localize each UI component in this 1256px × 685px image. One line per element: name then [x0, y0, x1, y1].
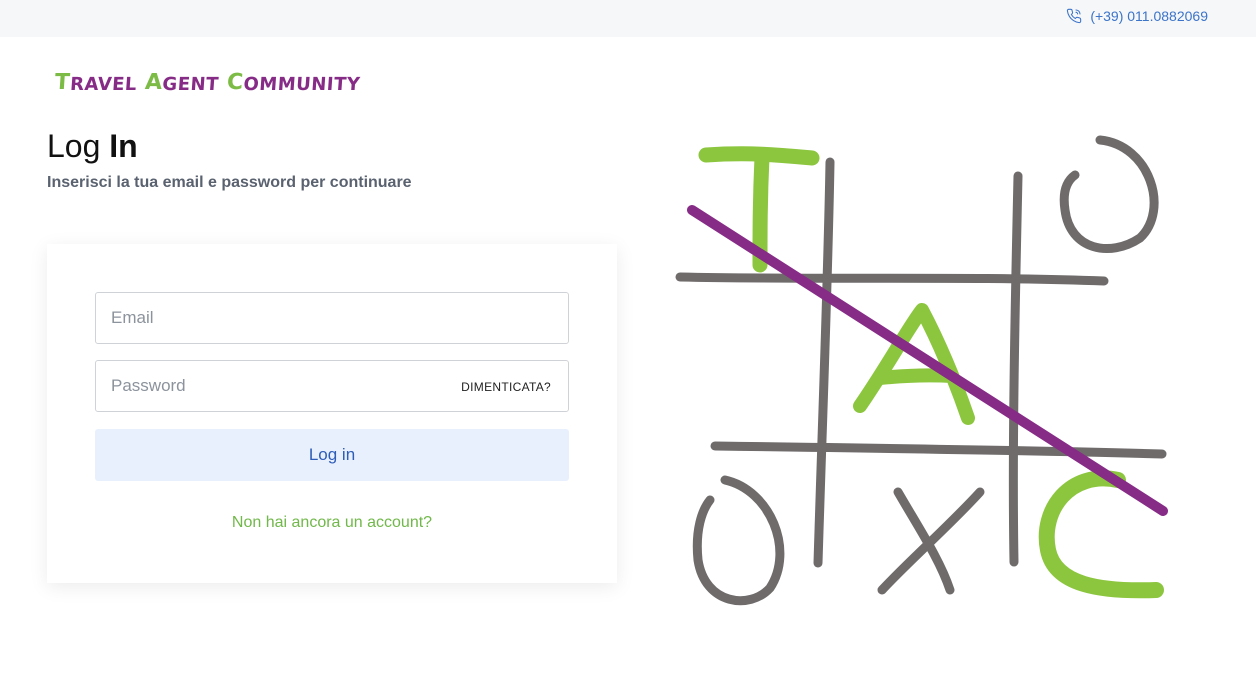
logo-letter: RAVEL: [69, 74, 138, 95]
grid-lines: [675, 157, 1167, 568]
phone-icon: [1066, 8, 1082, 24]
signup-link[interactable]: Non hai ancora un account?: [47, 514, 617, 532]
logo-letter: GENT: [161, 74, 220, 95]
x-mark: [877, 487, 985, 595]
forgot-password-link[interactable]: DIMENTICATA?: [461, 380, 551, 394]
email-field-wrapper: [95, 292, 569, 344]
phone-link[interactable]: (+39) 011.0882069: [1066, 8, 1208, 24]
page-title: Log In: [47, 128, 138, 165]
login-button[interactable]: Log in: [95, 429, 569, 481]
travel-agent-community-logo[interactable]: T RAVEL A GENT C OMMUNITY: [54, 63, 366, 95]
tic-tac-toe-logo-image: [675, 135, 1168, 606]
login-card: DIMENTICATA? Log in Non hai ancora un ac…: [47, 244, 617, 583]
top-bar: (+39) 011.0882069: [0, 0, 1256, 37]
page-subtitle: Inserisci la tua email e password per co…: [47, 174, 412, 191]
title-light: Log: [47, 128, 110, 164]
logo-letter: A: [144, 70, 164, 95]
logo-letter: OMMUNITY: [242, 74, 362, 95]
logo-letter: T: [53, 70, 72, 95]
title-bold: In: [109, 128, 138, 164]
email-input[interactable]: [96, 293, 568, 343]
strike-line: [687, 205, 1168, 516]
logo-letter: C: [226, 70, 245, 95]
password-field-wrapper: DIMENTICATA?: [95, 360, 569, 412]
phone-number: (+39) 011.0882069: [1090, 8, 1208, 24]
